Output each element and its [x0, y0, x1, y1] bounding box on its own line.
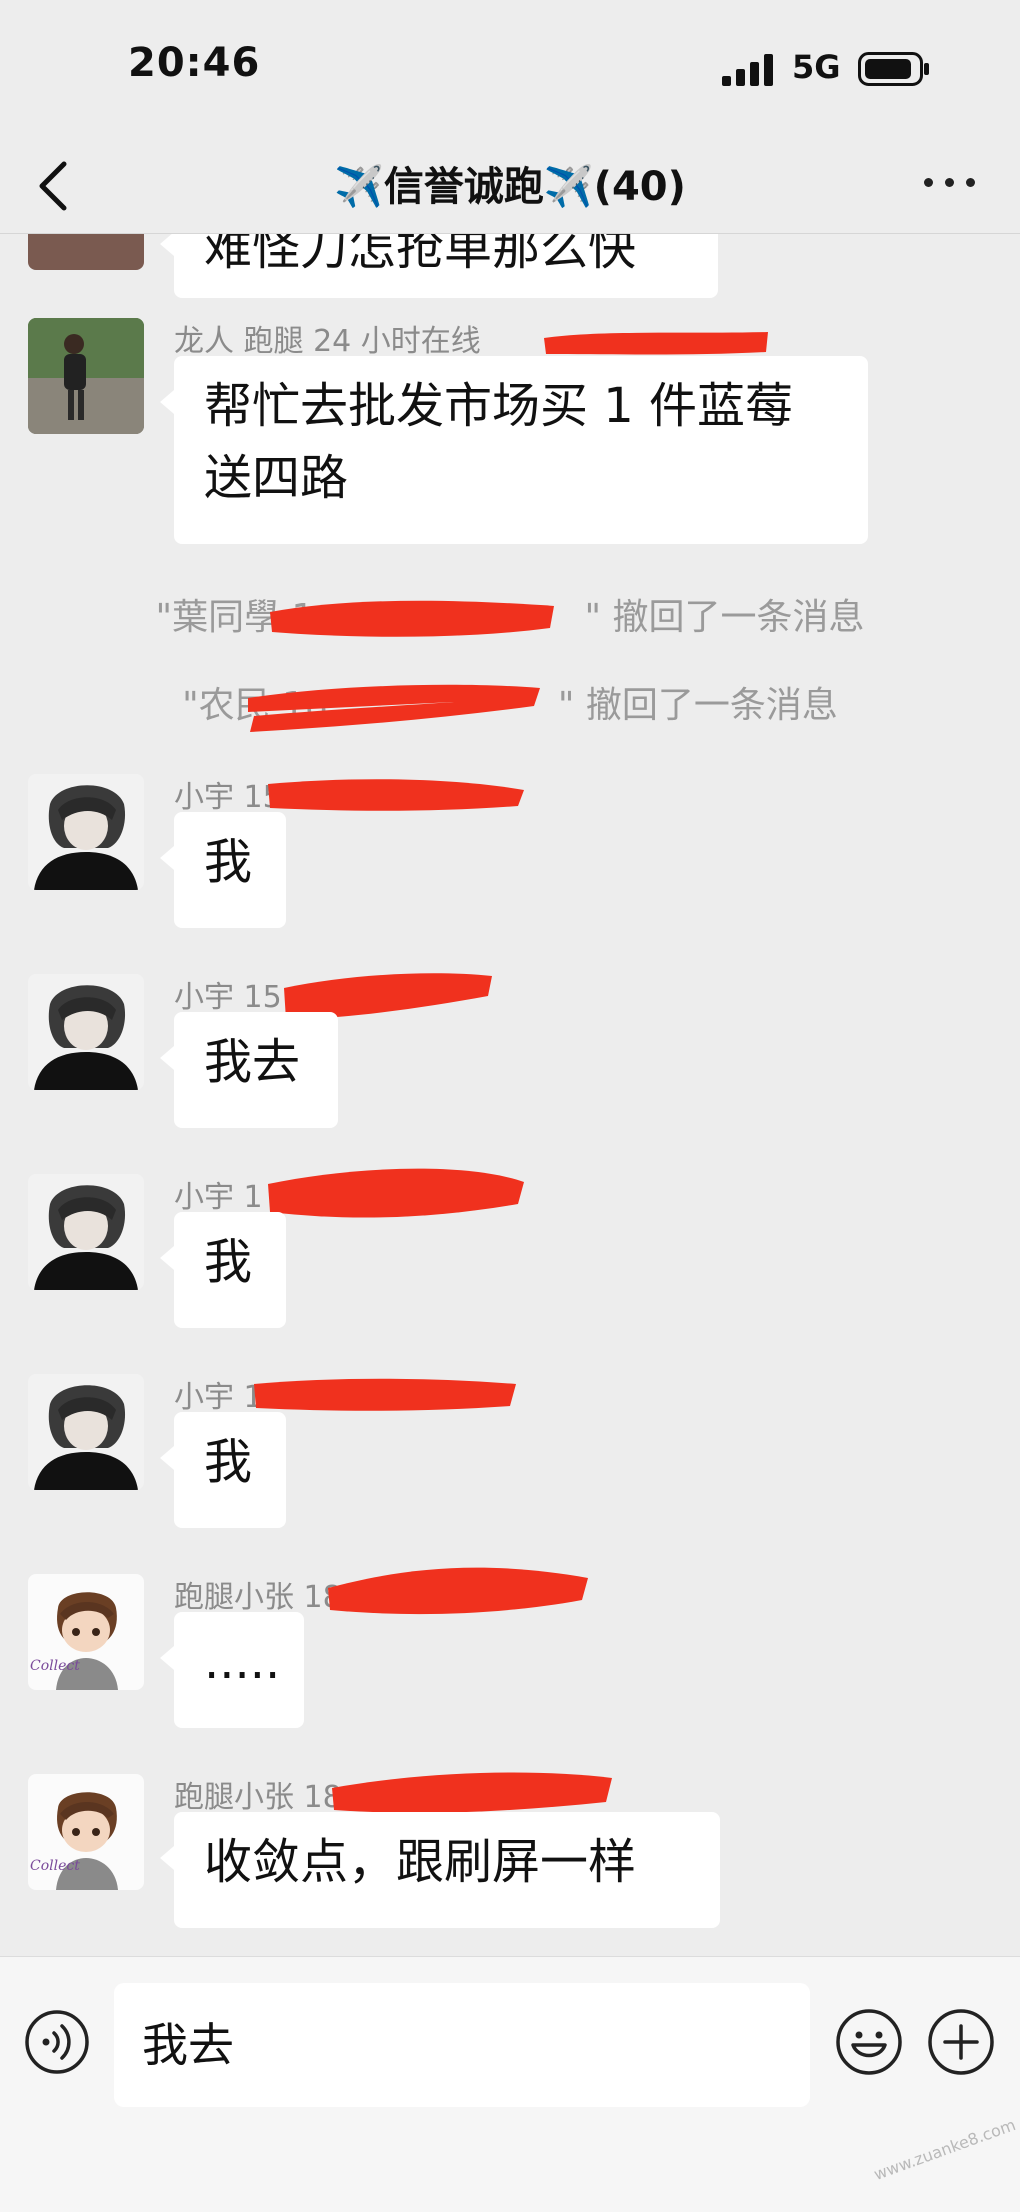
- avatar[interactable]: [28, 774, 144, 890]
- redaction-mark: [248, 684, 540, 732]
- recall-text: " 撤回了一条消息: [557, 685, 838, 726]
- avatar[interactable]: [28, 1174, 144, 1290]
- voice-icon[interactable]: [24, 2009, 90, 2075]
- more-dots-icon[interactable]: [920, 162, 980, 202]
- sender-name: 小宇 1: [174, 1180, 263, 1215]
- signal-icon: [722, 54, 773, 86]
- redaction-mark: [328, 1567, 588, 1615]
- redaction-mark: [268, 1168, 524, 1218]
- network-label: 5G: [792, 48, 841, 86]
- chat-title: ✈️信誉诚跑✈️(40): [334, 164, 686, 210]
- battery-icon: [858, 52, 929, 86]
- sender-name: 龙人 跑腿 24 小时在线: [174, 324, 481, 359]
- redaction-mark: [254, 1378, 516, 1411]
- chat-header: ✈️信誉诚跑✈️(40): [0, 140, 1020, 234]
- avatar[interactable]: [28, 318, 144, 434]
- message-bubble[interactable]: 收敛点，跟刷屏一样: [160, 1812, 720, 1928]
- redaction-mark: [268, 779, 524, 811]
- plus-icon[interactable]: [926, 2007, 996, 2077]
- message-input[interactable]: 我去: [114, 1983, 810, 2107]
- avatar[interactable]: [28, 234, 144, 270]
- message-bubble[interactable]: .....: [160, 1612, 304, 1728]
- emoji-icon[interactable]: [834, 2007, 904, 2077]
- input-bar: 我去: [0, 1956, 1020, 2212]
- redaction-mark: [270, 600, 554, 637]
- message-bubble[interactable]: 我: [160, 1212, 286, 1328]
- svg-text:Collect: Collect: [30, 1858, 80, 1874]
- sender-name: 跑腿小张 18: [174, 1580, 342, 1615]
- redaction-mark: [544, 332, 768, 355]
- sender-name: 小宇 15: [174, 980, 282, 1015]
- avatar[interactable]: Collect: [28, 1774, 144, 1890]
- avatar[interactable]: [28, 974, 144, 1090]
- status-bar: 20:46 5G: [0, 0, 1020, 140]
- avatar[interactable]: [28, 1374, 144, 1490]
- recall-text: " 撤回了一条消息: [584, 597, 865, 638]
- message-bubble[interactable]: 帮忙去批发市场买 1 件蓝莓送四路: [160, 356, 868, 544]
- message-bubble[interactable]: 我: [160, 812, 286, 928]
- message-bubble[interactable]: 我: [160, 1412, 286, 1528]
- svg-text:Collect: Collect: [30, 1658, 80, 1674]
- avatar[interactable]: Collect: [28, 1574, 144, 1690]
- message-bubble[interactable]: 难怪刀怎抢单那么快: [160, 234, 718, 298]
- message-list[interactable]: 难怪刀怎抢单那么快 龙人 跑腿 24 小时在线 帮忙去批发市场买 1 件蓝莓送四…: [0, 234, 1020, 1956]
- message-bubble[interactable]: 我去: [160, 1012, 338, 1128]
- status-time: 20:46: [128, 40, 261, 86]
- sender-name: 跑腿小张 18: [174, 1780, 342, 1815]
